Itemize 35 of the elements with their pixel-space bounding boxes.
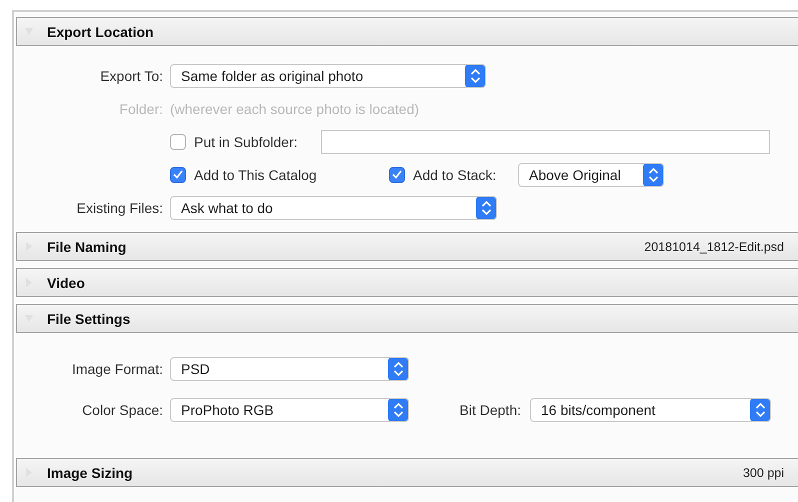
- stepper-icon[interactable]: [476, 196, 496, 218]
- checkmark-icon: [173, 170, 183, 179]
- stepper-icon[interactable]: [750, 398, 770, 420]
- section-summary: 20181014_1812-Edit.psd: [644, 240, 784, 254]
- dropdown[interactable]: Ask what to do: [170, 196, 497, 220]
- field-label: Export To:: [99, 68, 164, 84]
- dropdown[interactable]: Same folder as original photo: [170, 64, 486, 88]
- checkbox[interactable]: [170, 166, 186, 182]
- checkbox-label: Add to This Catalog: [194, 166, 317, 182]
- section-summary: 300 ppi: [742, 466, 784, 480]
- checkbox[interactable]: [170, 134, 186, 150]
- checkmark-icon: [392, 170, 402, 179]
- folder-info: (wherever each source photo is located): [170, 100, 420, 116]
- stepper-icon[interactable]: [643, 164, 663, 186]
- stepper-icon[interactable]: [388, 398, 408, 420]
- field-label: Folder:: [118, 100, 164, 116]
- field-label: Bit Depth:: [458, 402, 522, 418]
- stepper-icon[interactable]: [388, 358, 408, 380]
- section-header[interactable]: Export Location: [16, 17, 798, 46]
- section-header[interactable]: Image Sizing 300 ppi: [16, 458, 798, 487]
- field-label: Image Format:: [70, 360, 164, 376]
- dropdown[interactable]: PSD: [170, 356, 409, 380]
- checkbox-label: Put in Subfolder:: [194, 134, 298, 150]
- field-label: Color Space:: [81, 402, 164, 418]
- dropdown[interactable]: ProPhoto RGB: [170, 398, 409, 422]
- section-header[interactable]: File Naming 20181014_1812-Edit.psd: [16, 232, 798, 261]
- stepper-icon[interactable]: [465, 64, 485, 86]
- subfolder-field[interactable]: [321, 130, 770, 154]
- field-label: Existing Files:: [76, 200, 164, 216]
- dropdown[interactable]: Above Original: [518, 162, 664, 186]
- section-header[interactable]: Video: [16, 268, 798, 297]
- checkbox[interactable]: [389, 166, 405, 182]
- checkbox-label: Add to Stack:: [413, 166, 496, 182]
- section-header[interactable]: File Settings: [16, 304, 798, 333]
- dropdown[interactable]: 16 bits/component: [530, 398, 771, 422]
